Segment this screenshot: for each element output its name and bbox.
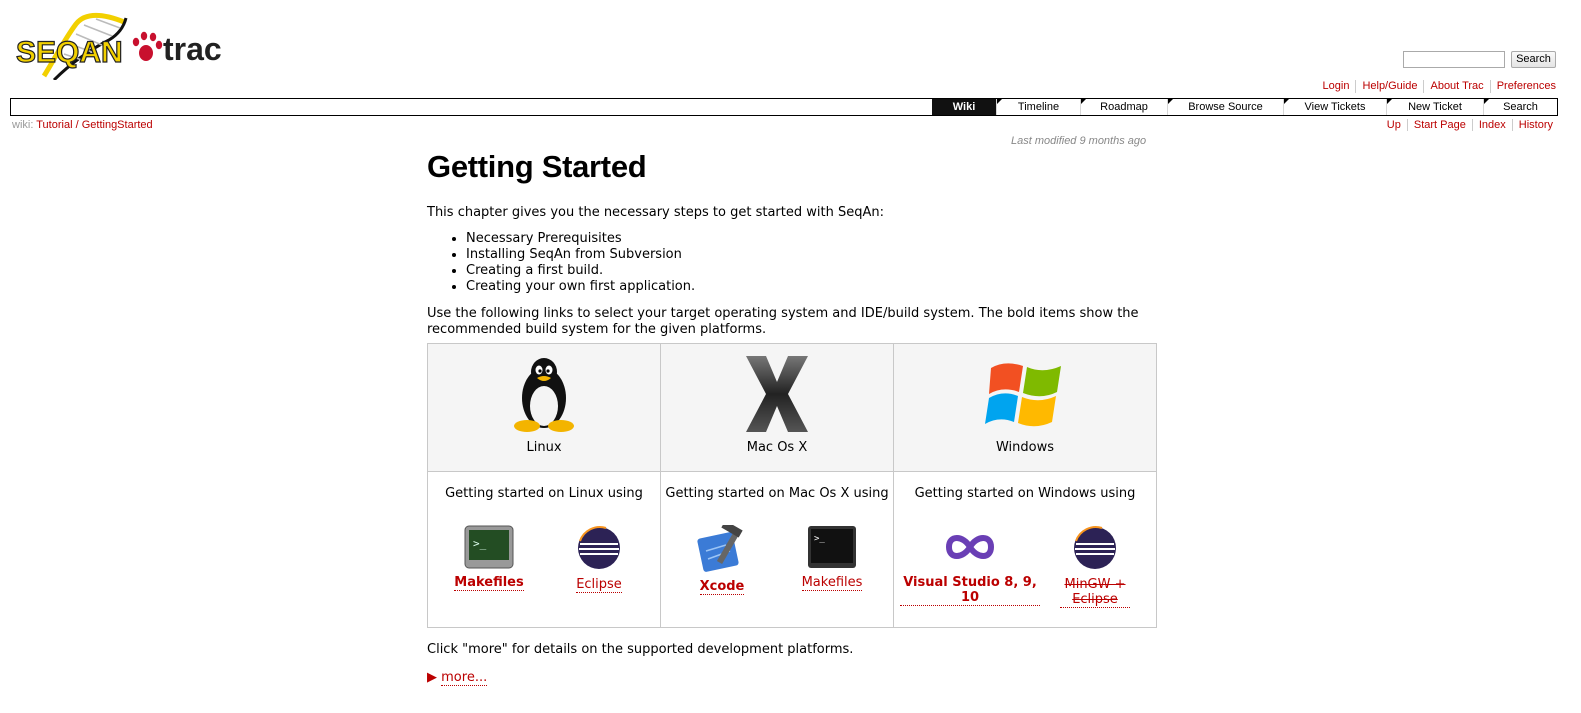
- page-title: Getting Started: [427, 149, 647, 184]
- tools-intro-linux: Getting started on Linux using: [445, 486, 643, 501]
- more-link[interactable]: more...: [441, 670, 488, 686]
- terminal-icon[interactable]: >_: [464, 525, 514, 569]
- last-modified-link[interactable]: Last modified 9 months ago: [1011, 135, 1146, 147]
- main-navigation: Wiki Timeline Roadmap Browse Source View…: [10, 98, 1558, 116]
- mac-xcode-link[interactable]: Xcode: [699, 579, 745, 595]
- breadcrumb: wiki: Tutorial / GettingStarted: [12, 119, 153, 131]
- start-page-link[interactable]: Start Page: [1406, 119, 1472, 131]
- meta-navigation: Login Help/Guide About Trac Preferences: [1317, 80, 1556, 93]
- search-button[interactable]: Search: [1511, 51, 1556, 68]
- svg-text:>_: >_: [814, 534, 825, 544]
- logo-seqan-text: SEQAN: [16, 36, 123, 69]
- linux-makefiles-link[interactable]: Makefiles: [454, 575, 524, 591]
- tux-penguin-icon: [514, 358, 574, 432]
- index-link[interactable]: Index: [1471, 119, 1512, 131]
- logo-trac-text: trac: [163, 31, 222, 67]
- intro-paragraph: This chapter gives you the necessary ste…: [427, 205, 884, 220]
- platform-cell-windows: Windows: [893, 343, 1157, 472]
- nav-tab-roadmap[interactable]: Roadmap: [1080, 99, 1167, 115]
- breadcrumb-separator: /: [75, 119, 79, 131]
- svg-text:>_: >_: [473, 537, 487, 550]
- platform-name-mac: Mac Os X: [746, 440, 808, 455]
- platform-name-windows: Windows: [995, 440, 1055, 455]
- platform-cell-mac: Mac Os X: [660, 343, 894, 472]
- click-more-paragraph: Click "more" for details on the supporte…: [427, 642, 854, 657]
- tools-intro-mac: Getting started on Mac Os X using: [665, 486, 889, 501]
- linux-eclipse-link[interactable]: Eclipse: [576, 577, 622, 593]
- history-link[interactable]: History: [1511, 119, 1553, 131]
- breadcrumb-current-link[interactable]: GettingStarted: [82, 119, 153, 131]
- wiki-content: Getting Started This chapter gives you t…: [427, 148, 1157, 686]
- nav-tab-browse-source[interactable]: Browse Source: [1167, 99, 1283, 115]
- list-item: Creating your own first application.: [466, 279, 1153, 295]
- mac-makefiles-link[interactable]: Makefiles: [801, 575, 863, 591]
- windows-visual-studio-link[interactable]: Visual Studio 8, 9, 10: [900, 575, 1040, 606]
- list-item: Necessary Prerequisites: [466, 231, 1153, 247]
- breadcrumb-tutorial-link[interactable]: Tutorial: [36, 119, 72, 131]
- visual-studio-icon[interactable]: [943, 525, 997, 569]
- steps-list: Necessary Prerequisites Installing SeqAn…: [466, 231, 1153, 295]
- nav-tab-wiki[interactable]: Wiki: [932, 99, 996, 115]
- tools-cell-windows: Getting started on Windows using Visual …: [893, 471, 1157, 628]
- eclipse-icon[interactable]: [576, 525, 622, 571]
- about-trac-link[interactable]: About Trac: [1423, 80, 1489, 93]
- search-input[interactable]: [1403, 51, 1505, 68]
- tools-cell-mac: Getting started on Mac Os X using Xcode: [660, 471, 894, 628]
- more-toggle[interactable]: ▶ more...: [427, 670, 1153, 686]
- nav-tab-view-tickets[interactable]: View Tickets: [1283, 99, 1386, 115]
- list-item: Creating a first build.: [466, 263, 1153, 279]
- xcode-icon[interactable]: [696, 525, 748, 573]
- paw-icon: [132, 31, 163, 61]
- terminal-icon[interactable]: >_: [807, 525, 857, 569]
- tools-cell-linux: Getting started on Linux using >_ Makefi…: [427, 471, 661, 628]
- list-item: Installing SeqAn from Subversion: [466, 247, 1153, 263]
- platforms-table: Linux Mac Os X Windows Getting started o…: [427, 343, 1157, 628]
- expand-triangle-icon[interactable]: ▶: [427, 670, 437, 685]
- seqan-trac-logo[interactable]: SEQAN trac: [14, 10, 226, 82]
- eclipse-icon[interactable]: [1072, 525, 1118, 571]
- up-link[interactable]: Up: [1381, 119, 1407, 131]
- windows-logo-icon: [985, 363, 1061, 427]
- nav-tab-search[interactable]: Search: [1483, 99, 1557, 115]
- login-link[interactable]: Login: [1317, 80, 1356, 93]
- platform-name-linux: Linux: [526, 440, 562, 455]
- links-paragraph: Use the following links to select your t…: [427, 306, 1139, 337]
- breadcrumb-prefix: wiki:: [12, 119, 34, 131]
- nav-tab-timeline[interactable]: Timeline: [996, 99, 1080, 115]
- preferences-link[interactable]: Preferences: [1489, 80, 1556, 93]
- mac-os-x-icon: [746, 356, 808, 432]
- windows-mingw-eclipse-link[interactable]: MinGW + Eclipse: [1060, 577, 1130, 608]
- context-navigation: Up Start Page Index History: [1381, 119, 1553, 131]
- nav-tab-new-ticket[interactable]: New Ticket: [1386, 99, 1483, 115]
- platform-cell-linux: Linux: [427, 343, 661, 472]
- help-guide-link[interactable]: Help/Guide: [1355, 80, 1423, 93]
- tools-intro-windows: Getting started on Windows using: [914, 486, 1136, 501]
